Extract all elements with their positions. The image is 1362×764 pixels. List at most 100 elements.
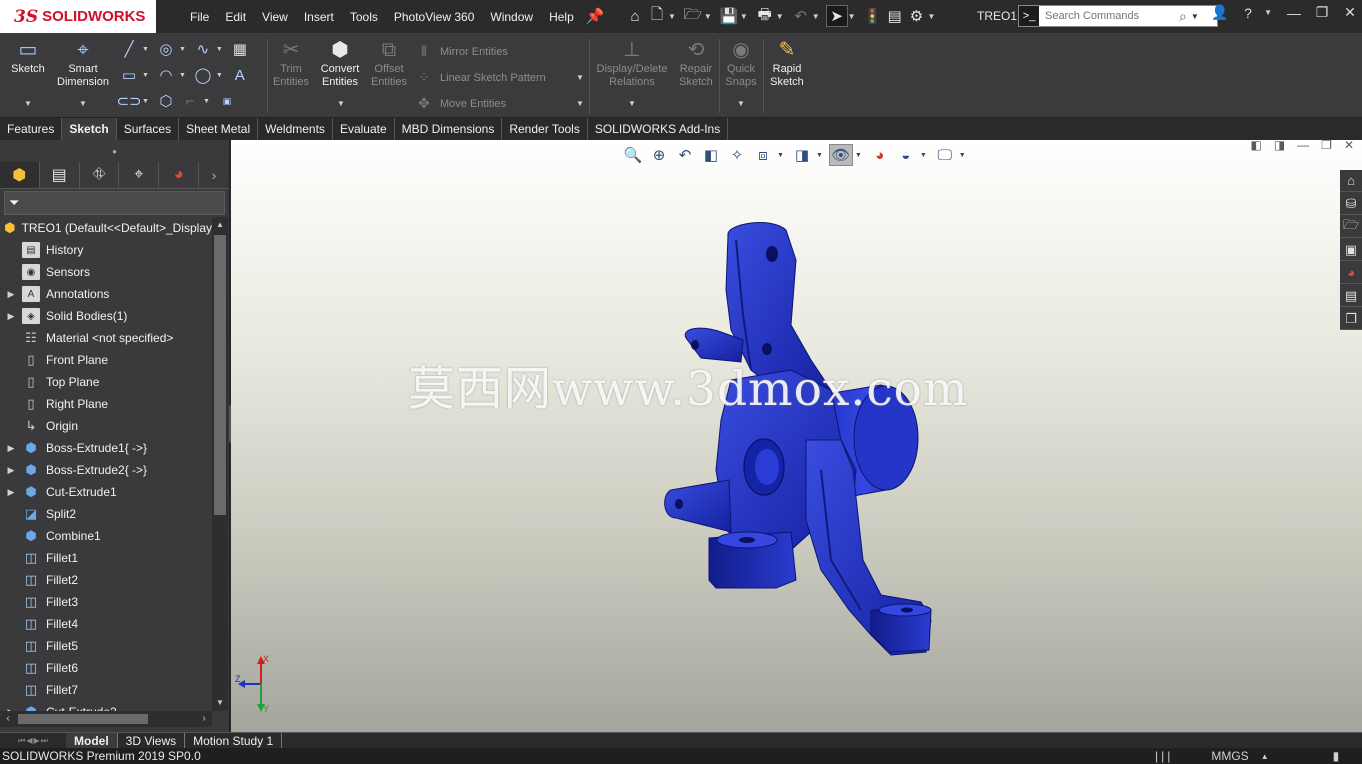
search-dropdown-icon[interactable]: ▼ xyxy=(1191,12,1199,21)
file-properties-icon[interactable]: ▤ xyxy=(884,5,906,27)
expand-arrow-icon[interactable]: ▶ xyxy=(0,465,22,476)
circle-icon[interactable]: ◎ xyxy=(155,39,177,59)
menu-tools[interactable]: Tools xyxy=(342,10,386,24)
appearances-icon[interactable]: ◕ xyxy=(1340,262,1362,284)
tab-evaluate[interactable]: Evaluate xyxy=(333,118,395,140)
previous-tab-icon[interactable]: ◀ xyxy=(26,736,32,745)
panel-grip[interactable]: ● xyxy=(0,140,229,162)
spline-icon[interactable]: ∿ xyxy=(192,39,214,59)
next-tab-icon[interactable]: ▶ xyxy=(34,736,40,745)
tree-root[interactable]: ⬢ TREO1 (Default<<Default>_Display xyxy=(0,217,212,239)
arc-dropdown-icon[interactable]: ▼ xyxy=(179,72,186,79)
move-entities-button[interactable]: ✥ Move Entities xyxy=(414,95,506,112)
file-explorer-icon[interactable]: 🗁 xyxy=(1340,216,1362,238)
scrollbar-thumb[interactable] xyxy=(214,235,226,515)
hatch-icon[interactable]: ▦ xyxy=(229,39,251,59)
smart-dimension-dropdown-icon[interactable]: ▼ xyxy=(79,99,87,108)
repair-sketch-button[interactable]: ⟲ Repair Sketch xyxy=(676,37,716,89)
tree-node[interactable]: ◪ Split2 xyxy=(0,503,212,525)
menu-photoview[interactable]: PhotoView 360 xyxy=(386,10,483,24)
solidworks-resources-home-icon[interactable]: ⌂ xyxy=(1340,170,1362,192)
expand-arrow-icon[interactable]: ▶ xyxy=(0,289,22,300)
undo-icon[interactable]: ↶ xyxy=(790,5,812,27)
tab-render-tools[interactable]: Render Tools xyxy=(502,118,588,140)
convert-entities-button[interactable]: ⬢ Convert Entities xyxy=(316,37,364,89)
close-icon[interactable]: ✕ xyxy=(1338,4,1362,21)
tree-vertical-scrollbar[interactable]: ▲ ▼ xyxy=(212,217,228,711)
mirror-entities-button[interactable]: ⫴ Mirror Entities xyxy=(414,43,508,60)
fillet-dropdown-icon[interactable]: ▼ xyxy=(203,98,210,105)
first-tab-icon[interactable]: ⏮ xyxy=(18,736,25,746)
display-manager-icon[interactable]: ◕ xyxy=(159,162,200,188)
tree-node[interactable]: ◫ Fillet6 xyxy=(0,657,212,679)
status-options-icon[interactable]: ▮ xyxy=(1333,749,1340,763)
open-icon[interactable]: 🗁 xyxy=(682,5,704,27)
search-input[interactable] xyxy=(1039,7,1179,25)
restore-icon[interactable]: ❐ xyxy=(1310,4,1334,21)
search-icon[interactable]: ⌕ xyxy=(1179,8,1187,25)
tab-surfaces[interactable]: Surfaces xyxy=(117,118,180,140)
rapid-sketch-button[interactable]: ✎ Rapid Sketch xyxy=(766,37,808,89)
open-dropdown-icon[interactable]: ▼ xyxy=(704,12,712,21)
slot-icon[interactable]: ⊂⊃ xyxy=(116,91,141,111)
options-gear-icon[interactable]: ⚙ xyxy=(906,5,928,27)
move-dropdown-icon[interactable]: ▼ xyxy=(576,99,584,108)
smart-dimension-button[interactable]: ⌖ Smart Dimension xyxy=(56,37,110,89)
tree-node[interactable]: ◫ Fillet4 xyxy=(0,613,212,635)
tree-node[interactable]: ◫ Fillet5 xyxy=(0,635,212,657)
tree-node[interactable]: ▶ A Annotations xyxy=(0,283,212,305)
text-icon[interactable]: A xyxy=(229,65,251,85)
menu-window[interactable]: Window xyxy=(482,10,541,24)
point-icon[interactable]: ▣ xyxy=(216,91,238,111)
sketch-dropdown-icon[interactable]: ▼ xyxy=(24,99,32,108)
chevron-right-icon[interactable]: › xyxy=(199,168,229,183)
filter-icon[interactable]: ⏷ xyxy=(9,195,19,211)
tree-node[interactable]: ▶ ⬢ Boss-Extrude1{ ->} xyxy=(0,437,212,459)
unit-system[interactable]: MMGS xyxy=(1211,749,1248,763)
view-palette-icon[interactable]: ▣ xyxy=(1340,239,1362,261)
featuremanager-tree-icon[interactable]: ⬢ xyxy=(0,162,40,188)
tree-node[interactable]: ▶⬢Cut-Extrude2 xyxy=(0,701,212,711)
search-commands-box[interactable]: >_ ⌕ ▼ xyxy=(1018,5,1218,27)
unit-dropdown-icon[interactable]: ▲ xyxy=(1261,752,1269,761)
help-dropdown-icon[interactable]: ▼ xyxy=(1264,8,1272,17)
user-account-icon[interactable]: 👤 xyxy=(1208,4,1232,21)
forum-icon[interactable]: ❐ xyxy=(1340,308,1362,330)
last-tab-icon[interactable]: ⏭ xyxy=(41,736,48,746)
solidworks-logo[interactable]: 3S SOLIDWORKS xyxy=(0,0,156,33)
tab-3d-views[interactable]: 3D Views xyxy=(118,733,186,748)
rectangle-dropdown-icon[interactable]: ▼ xyxy=(142,72,149,79)
property-manager-icon[interactable]: ▤ xyxy=(40,162,80,188)
quick-snaps-button[interactable]: ◉ Quick Snaps xyxy=(722,37,760,89)
tree-node[interactable]: ▤ History xyxy=(0,239,212,261)
sketch-fillet-icon[interactable]: ⌐ xyxy=(179,91,201,111)
tree-node[interactable]: ◫ Fillet1 xyxy=(0,547,212,569)
tab-mbd-dimensions[interactable]: MBD Dimensions xyxy=(395,118,503,140)
options-dropdown-icon[interactable]: ▼ xyxy=(928,12,936,21)
tree-node[interactable]: ▶ ⬢ Cut-Extrude1 xyxy=(0,481,212,503)
tree-filter-bar[interactable]: ⏷ xyxy=(4,191,225,215)
scrollbar-thumb[interactable] xyxy=(18,714,148,724)
tree-node[interactable]: ⬢ Combine1 xyxy=(0,525,212,547)
print-icon[interactable]: 🖶 xyxy=(754,5,776,27)
arc-icon[interactable]: ◠ xyxy=(155,65,177,85)
tree-node[interactable]: ▯ Right Plane xyxy=(0,393,212,415)
menu-file[interactable]: File xyxy=(182,10,217,24)
expand-arrow-icon[interactable]: ▶ xyxy=(0,487,22,498)
tab-solidworks-addins[interactable]: SOLIDWORKS Add-Ins xyxy=(588,118,729,140)
dimxpert-manager-icon[interactable]: ⌖ xyxy=(119,162,160,188)
menu-insert[interactable]: Insert xyxy=(296,10,342,24)
undo-dropdown-icon[interactable]: ▼ xyxy=(812,12,820,21)
scroll-up-icon[interactable]: ▲ xyxy=(212,217,228,233)
trim-entities-button[interactable]: ✂ Trim Entities xyxy=(272,37,310,89)
tab-motion-study-1[interactable]: Motion Study 1 xyxy=(185,733,283,748)
tree-node[interactable]: ▶ ◈ Solid Bodies(1) xyxy=(0,305,212,327)
tree-node[interactable]: ◫ Fillet3 xyxy=(0,591,212,613)
print-dropdown-icon[interactable]: ▼ xyxy=(776,12,784,21)
configuration-manager-icon[interactable]: ⛗ xyxy=(80,162,120,188)
tab-features[interactable]: Features xyxy=(0,118,63,140)
scroll-down-icon[interactable]: ▼ xyxy=(212,695,228,711)
ellipse-dropdown-icon[interactable]: ▼ xyxy=(216,72,223,79)
design-library-icon[interactable]: ⛁ xyxy=(1340,193,1362,215)
tab-sheet-metal[interactable]: Sheet Metal xyxy=(179,118,259,140)
